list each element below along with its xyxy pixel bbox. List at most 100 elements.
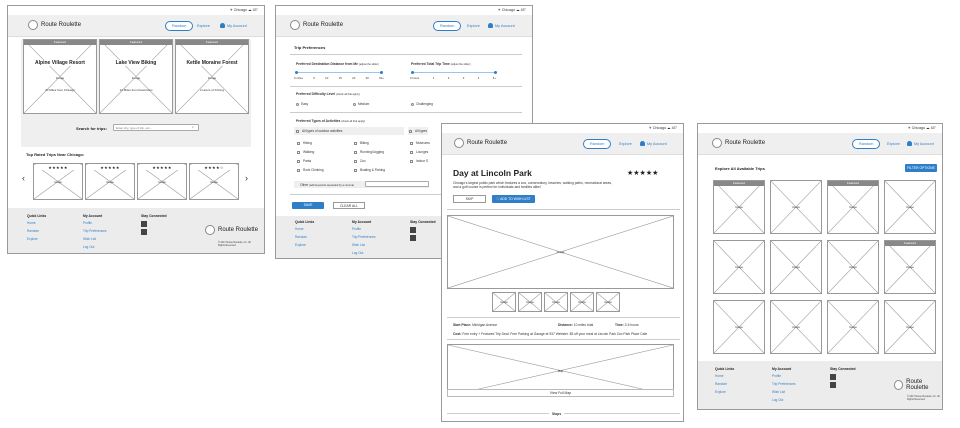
indoor-activity-checkbox[interactable]: Museums: [410, 141, 430, 145]
activity-checkbox[interactable]: Boating & Fishing: [354, 168, 385, 172]
my-account-link[interactable]: My Account: [640, 141, 667, 146]
footer-link-trip-preferences[interactable]: Trip Preferences: [772, 382, 795, 386]
trip-card[interactable]: Image: [884, 180, 936, 234]
explore-link[interactable]: Explore: [619, 142, 632, 146]
explore-link[interactable]: Explore: [887, 142, 900, 146]
footer-link-trip-preferences[interactable]: Trip Preferences: [83, 229, 106, 233]
time-slider-max[interactable]: [494, 71, 497, 74]
thumbnail-image[interactable]: Image: [570, 292, 594, 312]
trip-card[interactable]: Featured Image: [827, 180, 879, 234]
facebook-icon[interactable]: [410, 227, 416, 233]
activity-checkbox[interactable]: Biking: [354, 141, 369, 145]
twitter-icon[interactable]: [410, 235, 416, 241]
other-keywords-input[interactable]: [365, 181, 429, 187]
difficulty-easy[interactable]: Easy: [296, 102, 308, 106]
featured-card[interactable]: Featured Alpine Village Resort Image 30 …: [23, 39, 97, 114]
activity-checkbox[interactable]: Walking: [297, 150, 314, 154]
trip-card[interactable]: Image: [827, 300, 879, 354]
time-slider-min[interactable]: [411, 71, 414, 74]
brand-logo[interactable]: Route Roulette: [28, 20, 81, 30]
save-button[interactable]: SAVE: [292, 202, 324, 209]
view-full-map-link[interactable]: View Full Map: [447, 389, 674, 397]
indoor-activity-checkbox[interactable]: Indoor S: [410, 159, 428, 163]
footer-link-profile[interactable]: Profile: [83, 221, 106, 225]
random-button[interactable]: Random: [165, 21, 194, 31]
trip-card[interactable]: Featured Image: [884, 240, 936, 294]
carousel-prev-icon[interactable]: ‹: [22, 173, 25, 183]
activity-checkbox[interactable]: Zoo: [354, 159, 366, 163]
my-account-link[interactable]: My Account: [220, 23, 247, 28]
brand-logo[interactable]: Route Roulette: [454, 138, 507, 148]
trip-card[interactable]: Featured Image: [713, 180, 765, 234]
carousel-card[interactable]: ★★★★★ Image: [137, 163, 187, 200]
thumbnail-image[interactable]: Image: [544, 292, 568, 312]
trip-card[interactable]: Image: [713, 240, 765, 294]
clear-all-button[interactable]: CLEAR ALL: [333, 202, 365, 209]
footer-link-home[interactable]: Home: [715, 374, 734, 378]
random-button[interactable]: Random: [433, 21, 462, 31]
trip-card[interactable]: Image: [713, 300, 765, 354]
brand-logo[interactable]: Route Roulette: [712, 138, 765, 148]
featured-card[interactable]: Featured Lake View Biking Image 12 Miles…: [99, 39, 173, 114]
distance-slider[interactable]: [296, 72, 382, 73]
trip-card[interactable]: Image: [770, 180, 822, 234]
footer-link-wish-list[interactable]: Wish List: [772, 390, 795, 394]
indoor-activity-checkbox[interactable]: Lounges: [410, 150, 428, 154]
add-to-wish-list-button[interactable]: ♡ ADD TO WISH LIST: [492, 195, 535, 203]
footer-link-wish-list[interactable]: Wish List: [83, 237, 106, 241]
explore-link[interactable]: Explore: [467, 24, 480, 28]
random-button[interactable]: Random: [852, 139, 881, 149]
footer-link-random[interactable]: Random: [715, 382, 734, 386]
footer-link-explore[interactable]: Explore: [27, 237, 46, 241]
all-outdoor-checkbox[interactable]: All types of outdoor activities: [296, 129, 342, 133]
featured-card[interactable]: Featured Kettle Moraine Forest Image 2 H…: [175, 39, 249, 114]
footer-link-random[interactable]: Random: [27, 229, 46, 233]
brand-logo[interactable]: Route Roulette: [290, 20, 343, 30]
activity-checkbox[interactable]: Parks: [297, 159, 311, 163]
distance-slider-min[interactable]: [295, 71, 298, 74]
footer-link-random[interactable]: Random: [295, 235, 314, 239]
carousel-card[interactable]: ★★★★★ Image: [85, 163, 135, 200]
explore-link[interactable]: Explore: [197, 24, 210, 28]
activity-checkbox[interactable]: Hiking: [297, 141, 312, 145]
carousel-next-icon[interactable]: ›: [245, 173, 248, 183]
random-button[interactable]: Random: [583, 139, 612, 149]
filter-options-button[interactable]: FILTER OPTIONS: [905, 164, 937, 172]
thumbnail-image[interactable]: Image: [492, 292, 516, 312]
twitter-icon[interactable]: [141, 229, 147, 235]
footer-link-log-out[interactable]: Log Out: [83, 245, 106, 249]
difficulty-medium[interactable]: Medium: [353, 102, 369, 106]
footer-link-log-out[interactable]: Log Out: [352, 251, 375, 255]
trip-card[interactable]: Image: [827, 240, 879, 294]
twitter-icon[interactable]: [830, 382, 836, 388]
my-account-link[interactable]: My Account: [488, 23, 515, 28]
activity-checkbox[interactable]: Rock Climbing: [297, 168, 324, 172]
footer-link-home[interactable]: Home: [27, 221, 46, 225]
distance-slider-max[interactable]: [380, 71, 383, 74]
trip-card[interactable]: Image: [884, 300, 936, 354]
thumbnail-image[interactable]: Image: [596, 292, 620, 312]
footer-link-wish-list[interactable]: Wish List: [352, 243, 375, 247]
thumbnail-image[interactable]: Image: [518, 292, 542, 312]
search-input[interactable]: Enter city, type of trip, etc...: [113, 124, 199, 131]
footer-link-home[interactable]: Home: [295, 227, 314, 231]
my-account-link[interactable]: My Account: [907, 141, 934, 146]
footer-link-profile[interactable]: Profile: [352, 227, 375, 231]
footer-link-profile[interactable]: Profile: [772, 374, 795, 378]
footer-link-explore[interactable]: Explore: [715, 390, 734, 394]
carousel-card[interactable]: ★★★★★ Image: [33, 163, 83, 200]
facebook-icon[interactable]: [141, 221, 147, 227]
time-slider[interactable]: [412, 72, 496, 73]
difficulty-challenging[interactable]: Challenging: [411, 102, 433, 106]
footer-link-trip-preferences[interactable]: Trip Preferences: [352, 235, 375, 239]
facebook-icon[interactable]: [830, 374, 836, 380]
search-icon[interactable]: ⌕: [192, 125, 194, 129]
trip-card[interactable]: Image: [770, 300, 822, 354]
trip-card[interactable]: Image: [770, 240, 822, 294]
carousel-card[interactable]: ★★★★☆ Image: [189, 163, 239, 200]
footer-link-log-out[interactable]: Log Out: [772, 398, 795, 402]
skip-button[interactable]: SKIP: [453, 195, 486, 203]
all-indoor-checkbox[interactable]: All types: [409, 129, 427, 133]
footer-link-explore[interactable]: Explore: [295, 243, 314, 247]
activity-checkbox[interactable]: Running/Jogging: [354, 150, 384, 154]
